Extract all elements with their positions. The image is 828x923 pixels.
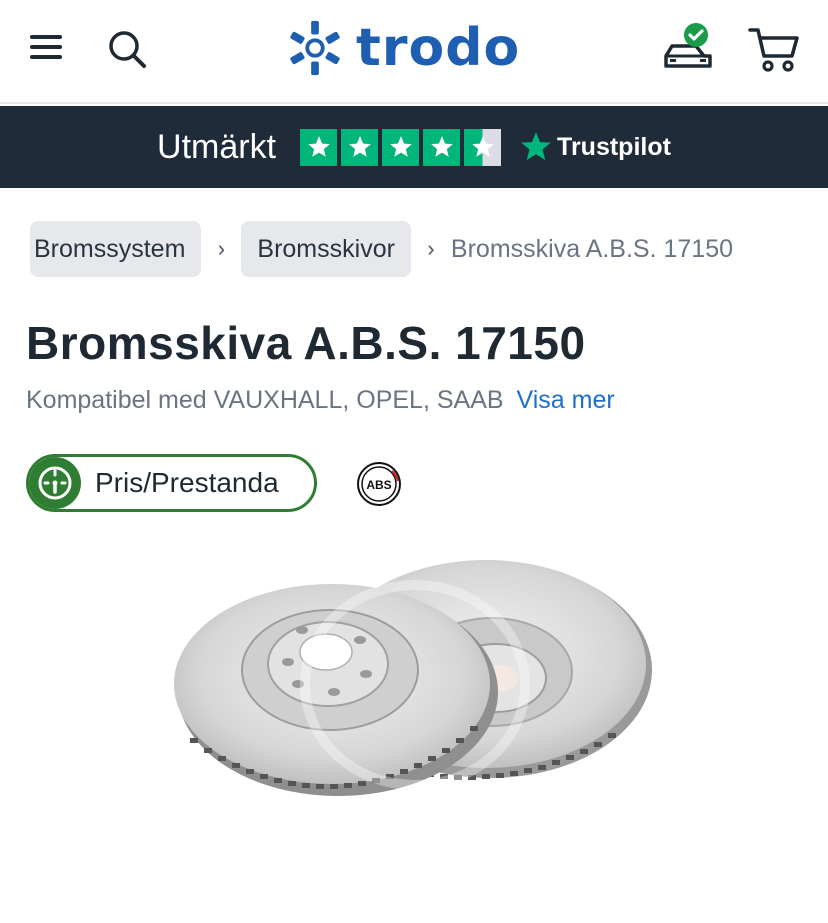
trustpilot-star-icon <box>521 132 551 161</box>
value-for-money-badge[interactable]: Pris/Prestanda <box>26 454 317 512</box>
star-icon <box>300 128 338 166</box>
brake-disc-image[interactable] <box>170 560 660 810</box>
compatibility-line: Kompatibel med VAUXHALL, OPEL, SAAB Visa… <box>26 386 615 415</box>
compatibility-text: Kompatibel med VAUXHALL, OPEL, SAAB <box>26 386 504 414</box>
trodo-logo[interactable]: trodo <box>286 16 520 80</box>
chevron-right-icon: › <box>427 236 435 261</box>
menu-icon[interactable] <box>28 32 64 62</box>
product-title: Bromsskiva A.B.S. 17150 <box>26 317 586 369</box>
search-icon[interactable] <box>106 28 148 70</box>
half-star-icon <box>464 128 502 166</box>
trustpilot-logo: Trustpilot <box>519 130 671 164</box>
breadcrumb-current: Bromsskiva A.B.S. 17150 <box>450 234 734 263</box>
svg-text:ABS: ABS <box>366 478 391 492</box>
trustpilot-brand-label: Trustpilot <box>557 132 671 161</box>
trustpilot-stars <box>300 128 502 166</box>
garage-car-icon[interactable] <box>660 22 714 76</box>
cart-icon[interactable] <box>748 26 800 74</box>
trustpilot-rating-word: Utmärkt <box>157 127 277 166</box>
abs-brand-logo: ABS <box>356 461 402 507</box>
star-icon <box>382 128 420 166</box>
trodo-logo-icon <box>290 20 340 76</box>
trustpilot-bar[interactable]: Utmärkt Trustpilot <box>0 106 828 188</box>
breadcrumb-item-bromssystem[interactable]: Bromssystem <box>30 221 202 277</box>
chevron-right-icon: › <box>217 236 226 261</box>
top-header: trodo <box>0 0 828 104</box>
value-badge-label: Pris/Prestanda <box>95 467 279 498</box>
see-more-link[interactable]: Visa mer <box>517 386 615 414</box>
star-icon <box>423 128 461 166</box>
breadcrumb: Bromssystem › Bromsskivor › Bromsskiva A… <box>30 221 733 277</box>
breadcrumb-item-bromsskivor[interactable]: Bromsskivor <box>241 221 411 277</box>
gauge-icon <box>29 457 81 509</box>
star-icon <box>341 128 379 166</box>
logo-text: trodo <box>356 18 521 78</box>
